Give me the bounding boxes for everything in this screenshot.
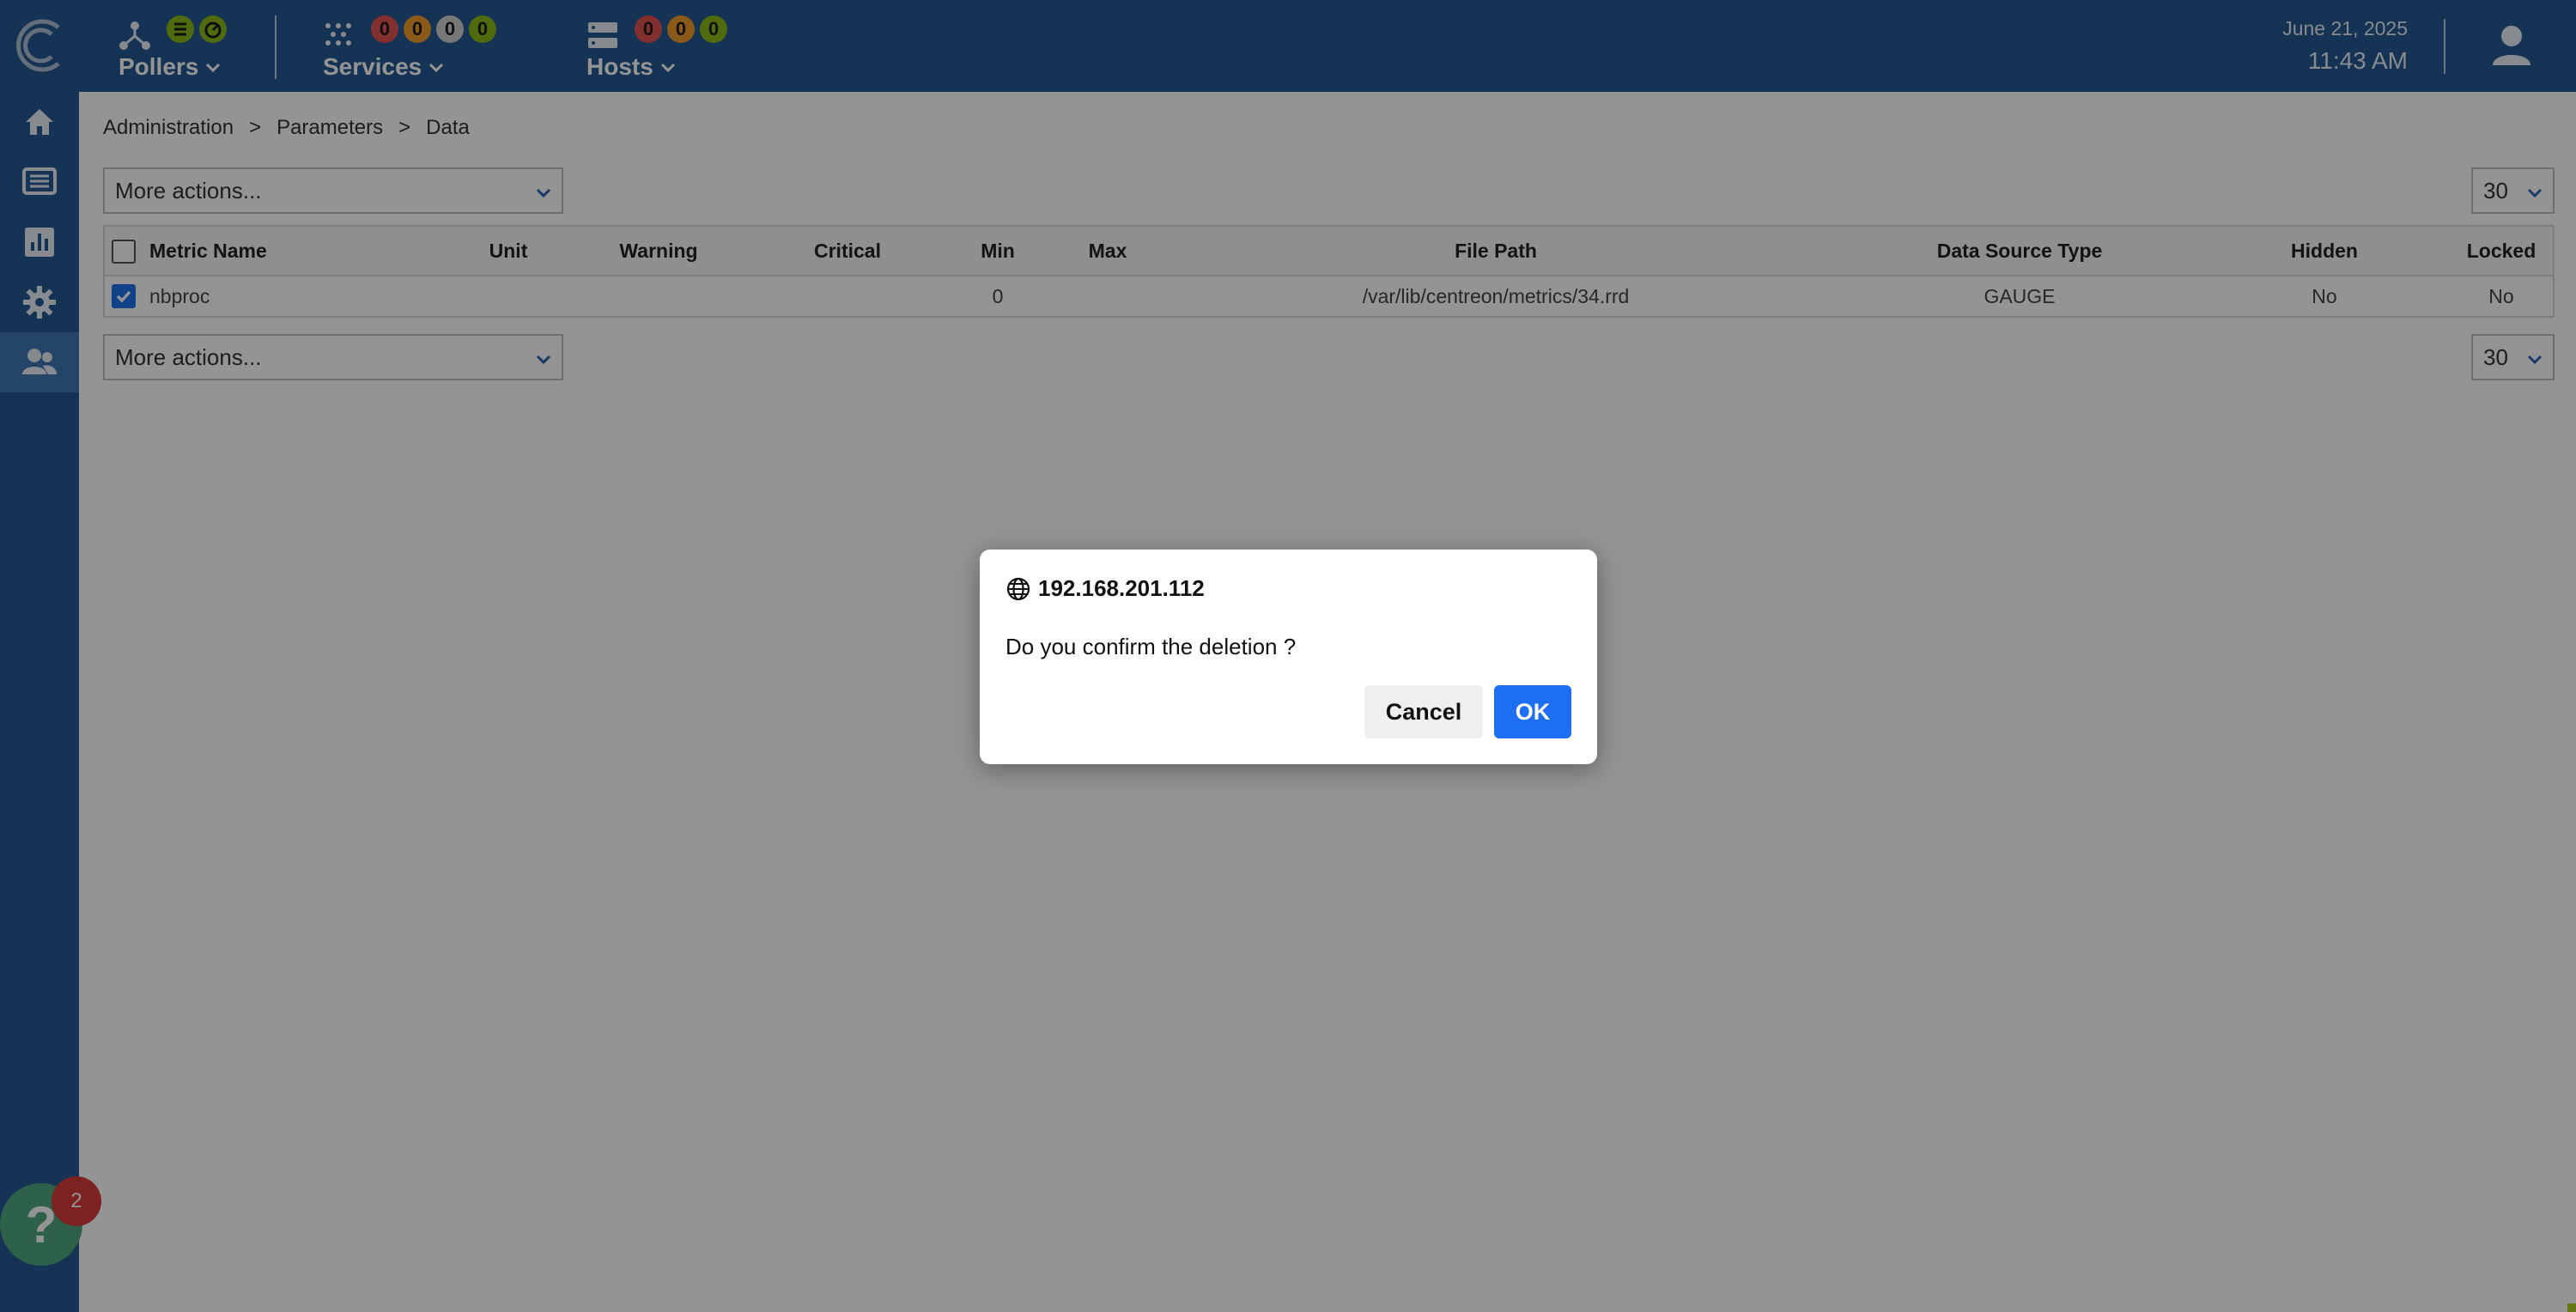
dialog-title: 192.168.201.112 (1005, 575, 1205, 602)
cancel-button[interactable]: Cancel (1364, 685, 1483, 738)
globe-icon (1006, 577, 1030, 600)
ok-button[interactable]: OK (1494, 685, 1571, 738)
confirm-dialog: 192.168.201.112 Do you confirm the delet… (980, 550, 1597, 764)
dialog-host: 192.168.201.112 (1038, 575, 1205, 601)
dialog-message: Do you confirm the deletion ? (1005, 634, 1297, 659)
